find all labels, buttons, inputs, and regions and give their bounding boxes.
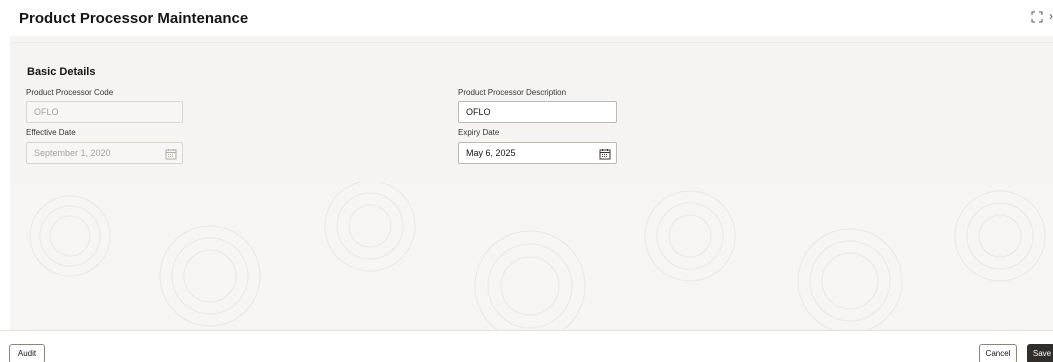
effective-date-field: September 1, 2020 [26, 142, 183, 164]
calendar-icon [165, 147, 177, 160]
product-processor-description-value: OFLO [466, 107, 491, 117]
footer-bar: Audit Cancel Save [0, 330, 1053, 362]
expiry-date-label: Expiry Date [458, 128, 500, 137]
product-processor-code-label: Product Processor Code [26, 88, 114, 97]
product-processor-description-label: Product Processor Description [458, 88, 567, 97]
page-title: Product Processor Maintenance [19, 10, 249, 27]
effective-date-value: September 1, 2020 [34, 148, 111, 158]
expiry-date-field[interactable]: May 6, 2025 [458, 142, 617, 164]
save-button[interactable]: Save [1027, 344, 1053, 362]
cancel-button[interactable]: Cancel [979, 344, 1017, 362]
section-title: Basic Details [27, 66, 96, 78]
product-processor-code-field: OFLO [26, 101, 183, 123]
effective-date-label: Effective Date [26, 128, 76, 137]
expand-icon[interactable] [1031, 10, 1043, 23]
product-processor-description-field[interactable]: OFLO [458, 101, 617, 123]
product-processor-code-value: OFLO [34, 107, 59, 117]
expiry-date-value: May 6, 2025 [466, 148, 516, 158]
header-actions: › [1031, 10, 1053, 23]
audit-button[interactable]: Audit [9, 344, 45, 362]
chevron-right-icon[interactable]: › [1049, 10, 1053, 22]
calendar-icon[interactable] [599, 147, 611, 160]
basic-details-panel: Basic Details Product Processor Code OFL… [10, 42, 1053, 182]
page-header: Product Processor Maintenance › [0, 0, 1053, 36]
